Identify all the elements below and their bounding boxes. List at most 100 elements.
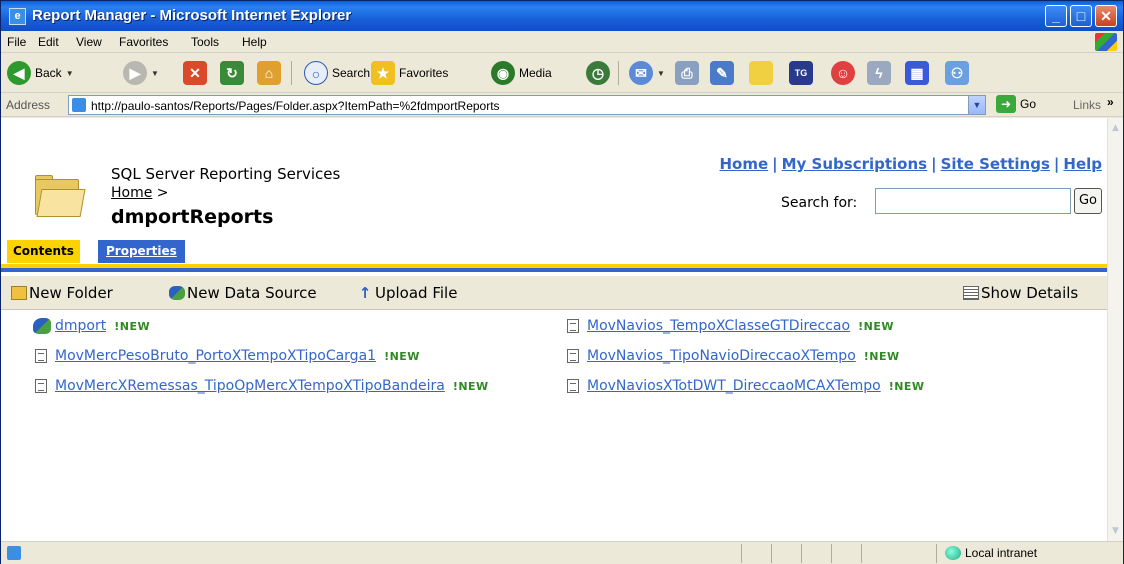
new-badge: !NEW xyxy=(863,349,900,363)
chevron-down-icon[interactable]: ▼ xyxy=(968,96,985,114)
go-button[interactable]: ➜ Go xyxy=(996,95,1036,113)
forward-button[interactable]: ▶ ▼ xyxy=(123,59,159,87)
new-badge: !NEW xyxy=(888,379,925,393)
forward-arrow-icon: ▶ xyxy=(123,61,147,85)
report-icon xyxy=(35,349,47,363)
home-link[interactable]: Home xyxy=(719,155,768,173)
new-data-source-button[interactable]: New Data Source xyxy=(169,284,317,302)
scroll-down-icon[interactable]: ▼ xyxy=(1108,523,1123,539)
help-link[interactable]: Help xyxy=(1063,155,1102,173)
action-bar: New Folder New Data Source ↑ Upload File… xyxy=(1,276,1107,310)
address-input[interactable]: http://paulo-santos/Reports/Pages/Folder… xyxy=(68,95,986,115)
toolbar-separator xyxy=(291,61,292,85)
mail-button[interactable]: ✉ ▼ xyxy=(629,59,665,87)
mail-icon: ✉ xyxy=(629,61,653,85)
history-icon: ◷ xyxy=(586,61,610,85)
tab-contents[interactable]: Contents xyxy=(7,240,80,263)
address-label: Address xyxy=(6,98,51,112)
list-item: MovNavios_TempoXClasseGTDireccao !NEW xyxy=(567,318,894,334)
list-item: MovNavios_TipoNavioDireccaoXTempo !NEW xyxy=(567,348,900,364)
new-badge: !NEW xyxy=(114,319,151,333)
folder-icon xyxy=(33,173,86,219)
chevron-down-icon: ▼ xyxy=(151,68,159,78)
search-go-button[interactable]: Go xyxy=(1074,188,1102,214)
menu-help[interactable]: Help xyxy=(242,35,267,49)
breadcrumb-separator: > xyxy=(156,185,169,201)
stop-icon: ✕ xyxy=(183,61,207,85)
page-status-icon xyxy=(7,546,21,560)
discuss-button[interactable] xyxy=(749,59,773,87)
tab-underline-blue xyxy=(1,268,1107,272)
details-view-icon xyxy=(963,286,979,300)
new-badge: !NEW xyxy=(858,319,894,333)
print-button[interactable]: ⎙ xyxy=(675,59,699,87)
status-bar: Local intranet xyxy=(1,541,1123,564)
chevron-right-icon[interactable]: » xyxy=(1107,95,1114,109)
item-link[interactable]: MovNaviosXTotDWT_DireccaoMCAXTempo xyxy=(587,378,881,394)
menu-edit[interactable]: Edit xyxy=(38,35,59,49)
close-button[interactable]: ✕ xyxy=(1095,5,1117,27)
new-folder-button[interactable]: New Folder xyxy=(11,284,113,302)
report-icon xyxy=(567,319,579,333)
menu-favorites[interactable]: Favorites xyxy=(119,35,168,49)
search-input[interactable] xyxy=(875,188,1071,214)
item-link[interactable]: MovNavios_TempoXClasseGTDireccao xyxy=(587,318,850,334)
links-toolbar[interactable]: Links xyxy=(1073,98,1101,112)
media-button[interactable]: ◉ Media xyxy=(491,59,552,87)
maximize-button[interactable]: □ xyxy=(1070,5,1092,27)
item-link[interactable]: MovNavios_TipoNavioDireccaoXTempo xyxy=(587,348,856,364)
ie-icon: e xyxy=(9,8,26,25)
research-button[interactable]: ☺ xyxy=(831,59,855,87)
messenger-button[interactable]: TG xyxy=(789,59,813,87)
history-button[interactable]: ◷ xyxy=(586,59,610,87)
minimize-button[interactable]: _ xyxy=(1045,5,1067,27)
edit-button[interactable]: ✎ xyxy=(710,59,734,87)
site-settings-link[interactable]: Site Settings xyxy=(941,155,1050,173)
my-subscriptions-link[interactable]: My Subscriptions xyxy=(782,155,927,173)
printer-icon: ⎙ xyxy=(675,61,699,85)
address-url[interactable]: http://paulo-santos/Reports/Pages/Folder… xyxy=(91,99,500,113)
address-bar: Address http://paulo-santos/Reports/Page… xyxy=(1,93,1123,117)
smiley-icon: ☺ xyxy=(831,61,855,85)
data-source-icon xyxy=(169,286,185,300)
report-icon xyxy=(567,379,579,393)
item-link[interactable]: dmport xyxy=(55,318,106,334)
flash-button[interactable]: ϟ xyxy=(867,59,891,87)
tab-strip: Contents Properties xyxy=(1,240,1107,264)
menu-bar: File Edit View Favorites Tools Help xyxy=(1,31,1123,53)
vertical-scrollbar[interactable]: ▲ ▼ xyxy=(1107,118,1123,541)
refresh-button[interactable]: ↻ xyxy=(220,59,244,87)
report-icon xyxy=(35,379,47,393)
tab-properties[interactable]: Properties xyxy=(98,240,185,263)
global-links: Home | My Subscriptions | Site Settings | Help xyxy=(719,155,1102,173)
note-icon xyxy=(749,61,773,85)
media-icon: ◉ xyxy=(491,61,515,85)
scroll-up-icon[interactable]: ▲ xyxy=(1108,120,1123,136)
show-details-button[interactable]: Show Details xyxy=(963,284,1078,302)
menu-tools[interactable]: Tools xyxy=(191,35,219,49)
stop-button[interactable]: ✕ xyxy=(183,59,207,87)
favorites-button[interactable]: ★ Favorites xyxy=(371,59,448,87)
breadcrumb-home-link[interactable]: Home xyxy=(111,185,152,201)
item-link[interactable]: MovMercXRemessas_TipoOpMercXTempoXTipoBa… xyxy=(55,378,445,394)
menu-view[interactable]: View xyxy=(76,35,102,49)
tg-icon: TG xyxy=(789,61,813,85)
edit-icon: ✎ xyxy=(710,61,734,85)
app-icon: ▦ xyxy=(905,61,929,85)
magnifier-icon: ○ xyxy=(304,61,328,85)
home-button[interactable]: ⌂ xyxy=(257,59,281,87)
back-button[interactable]: ◀ Back ▼ xyxy=(7,59,74,87)
item-link[interactable]: MovMercPesoBruto_PortoXTempoXTipoCarga1 xyxy=(55,348,376,364)
toolbar-separator xyxy=(618,61,619,85)
people-button[interactable]: ⚇ xyxy=(945,59,969,87)
back-arrow-icon: ◀ xyxy=(7,61,31,85)
search-button[interactable]: ○ Search xyxy=(304,59,370,87)
page-title: dmportReports xyxy=(111,206,274,228)
tool-button[interactable]: ▦ xyxy=(905,59,929,87)
menu-file[interactable]: File xyxy=(7,35,26,49)
lightning-icon: ϟ xyxy=(867,61,891,85)
intranet-icon xyxy=(945,546,961,560)
upload-file-button[interactable]: ↑ Upload File xyxy=(357,284,458,302)
search-label: Search for: xyxy=(781,195,858,211)
breadcrumb: Home > xyxy=(111,185,169,201)
